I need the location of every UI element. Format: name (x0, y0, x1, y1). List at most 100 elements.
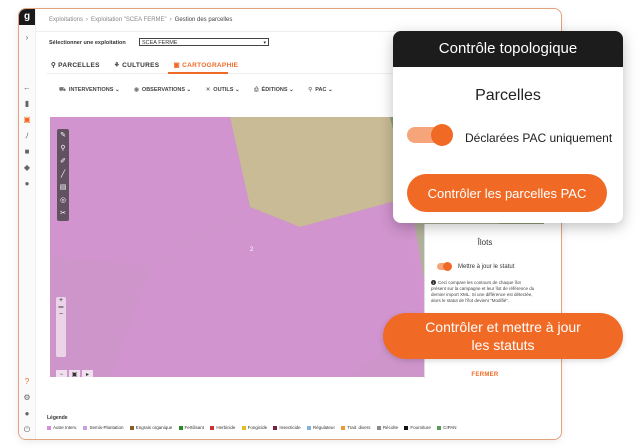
zoom-in-icon[interactable]: + (56, 297, 66, 304)
legend-item: CIPAN (437, 425, 457, 430)
edit-icon[interactable]: ✐ (57, 155, 69, 168)
breadcrumb-item-farm[interactable]: Exploitation "SCEA FERME" (91, 17, 167, 23)
tab-cultures[interactable]: ⚘ CULTURES (114, 61, 160, 69)
tractor-icon[interactable]: ▣ (22, 115, 32, 125)
pac-icon: ⚲ (308, 87, 313, 93)
chevron-down-icon: ⌄ (235, 87, 240, 93)
back-arrow-icon[interactable]: ← (22, 83, 32, 93)
legend-label: Régulateur (312, 425, 335, 430)
legend-swatch (129, 425, 134, 430)
legend-title: Légende (47, 415, 68, 421)
legend-label: Engrais organique (135, 425, 173, 430)
update-status-label: Mettre à jour le statut (458, 264, 515, 270)
legend-item: Fourniture (404, 425, 431, 430)
sprout-icon[interactable]: ﾉ (22, 131, 32, 141)
toolbar-label: OUTILS (213, 87, 234, 93)
legend-label: CIPAN (443, 425, 457, 430)
minus-icon[interactable]: − (56, 370, 67, 377)
legend-swatch (341, 425, 346, 430)
legend-item: Récolte (376, 425, 398, 430)
chart-icon[interactable]: ▮ (22, 99, 32, 109)
toolbar-label: PAC (315, 87, 327, 93)
truck-icon[interactable]: ■ (22, 147, 32, 157)
legend-swatch (241, 425, 246, 430)
chevron-down-icon: ▾ (263, 40, 266, 46)
ilots-title: Îlots (477, 238, 493, 247)
active-tab-indicator (168, 72, 228, 74)
toolbar-label: INTERVENTIONS (68, 87, 114, 93)
legend-swatch (47, 425, 51, 430)
legend-swatch (210, 425, 215, 430)
toolbar-interventions[interactable]: ⛟ INTERVENTIONS ⌄ (59, 87, 120, 94)
legend-label: Trait. divers (347, 425, 371, 430)
popup-subtitle: Parcelles (475, 87, 541, 104)
legend-swatch (437, 425, 442, 430)
storage-icon[interactable]: ● (22, 179, 32, 189)
chevron-right-icon: › (86, 17, 89, 23)
legend-label: Fongicide (247, 425, 268, 430)
pac-only-label: Déclarées PAC uniquement (465, 131, 613, 145)
info-text: i Ceci compare les contours de chaque îlo… (431, 280, 537, 304)
popup-title: Contrôle topologique (393, 31, 623, 67)
legend-swatch (178, 425, 183, 430)
tab-parcelles[interactable]: ⚲ PARCELLES (51, 61, 100, 69)
legend-item: Herbicide (210, 425, 235, 430)
update-status-toggle[interactable] (437, 262, 452, 271)
legend-label: Semis-Plantation (89, 425, 124, 430)
pac-only-toggle[interactable] (407, 124, 453, 146)
toolbar-outils[interactable]: ✕ OUTILS ⌄ (206, 87, 240, 93)
map-toolbar: ⛟ INTERVENTIONS ⌄ ◉ OBSERVATIONS ⌄ ✕ OUTILS… (59, 87, 346, 94)
toolbar-observations[interactable]: ◉ OBSERVATIONS ⌄ (134, 87, 191, 93)
app-logo[interactable]: g (19, 9, 35, 25)
toolbar-editions[interactable]: ⎙ ÉDITIONS ⌄ (254, 87, 294, 94)
topology-popup: Contrôle topologique Parcelles Déclarées… (393, 31, 623, 223)
legend-item: Insecticide (273, 425, 301, 430)
toolbar-pac[interactable]: ⚲ PAC ⌄ (308, 87, 332, 93)
status-button-line2: les statuts (471, 337, 535, 353)
play-icon[interactable]: ▸ (82, 370, 93, 377)
line-icon[interactable]: ╱ (57, 168, 69, 181)
legend-item: Régulateur (306, 425, 335, 430)
zoom-slider[interactable]: ═ (56, 304, 66, 311)
legend-swatch (273, 425, 278, 430)
target-icon[interactable]: ◎ (57, 194, 69, 207)
zoom-search-icon[interactable]: ⚲ (57, 142, 69, 155)
legend-label: Fourniture (410, 425, 431, 430)
legend-item: Semis-Plantation (83, 425, 123, 430)
pencil-icon[interactable]: ✎ (57, 129, 69, 142)
tab-cartographie[interactable]: ▣ CARTOGRAPHIE (174, 61, 239, 69)
user-icon[interactable]: ● (22, 409, 32, 419)
legend-swatch (83, 425, 88, 430)
check-pac-parcels-button[interactable]: Contrôler les parcelles PAC (407, 174, 607, 212)
side-rail: g › ← ▮ ▣ ﾉ ■ ◆ ● ? ⚙ ● ⏻ (19, 9, 36, 439)
info-body: Ceci compare les contours de chaque îlot… (431, 280, 535, 303)
select-label: Sélectionner une exploitation (49, 40, 126, 46)
chevron-down-icon: ⌄ (114, 87, 120, 93)
settings-icon[interactable]: ⚙ (22, 393, 32, 403)
legend-item: Engrais organique (129, 425, 173, 430)
farm-select[interactable]: SCEA FERME ▾ (139, 38, 269, 46)
close-button[interactable]: FERMER (425, 372, 545, 378)
tractor-icon: ⛟ (59, 87, 66, 93)
breadcrumb-item-exploitations[interactable]: Exploitations (49, 17, 83, 23)
tools-icon: ✕ (205, 87, 211, 93)
legend-label: Fertilisant (184, 425, 205, 430)
help-icon[interactable]: ? (22, 377, 32, 387)
expand-chevron-icon[interactable]: › (22, 33, 32, 43)
breadcrumb: Exploitations › Exploitation "SCEA FERME" ›… (49, 17, 232, 23)
map-bottom-controls: − ▣ ▸ (56, 363, 98, 377)
toolbar-label: ÉDITIONS (261, 87, 288, 93)
status-button-line1: Contrôler et mettre à jour (425, 319, 581, 335)
chevron-right-icon: › (169, 17, 172, 23)
zoom-out-icon[interactable]: − (56, 311, 66, 318)
check-update-status-button[interactable]: Contrôler et mettre à jour les statuts (383, 313, 623, 359)
shield-icon[interactable]: ◆ (22, 163, 32, 173)
zoom-control: + ═ − (56, 297, 66, 357)
fullscreen-icon[interactable]: ▣ (69, 370, 80, 377)
breadcrumb-item-current: Gestion des parcelles (174, 17, 233, 23)
legend-swatch (306, 425, 311, 430)
layers-icon[interactable]: ▤ (57, 181, 69, 194)
wrench-icon[interactable]: ✂ (57, 207, 69, 220)
tab-label: CARTOGRAPHIE (182, 62, 239, 69)
power-icon[interactable]: ⏻ (22, 425, 32, 435)
